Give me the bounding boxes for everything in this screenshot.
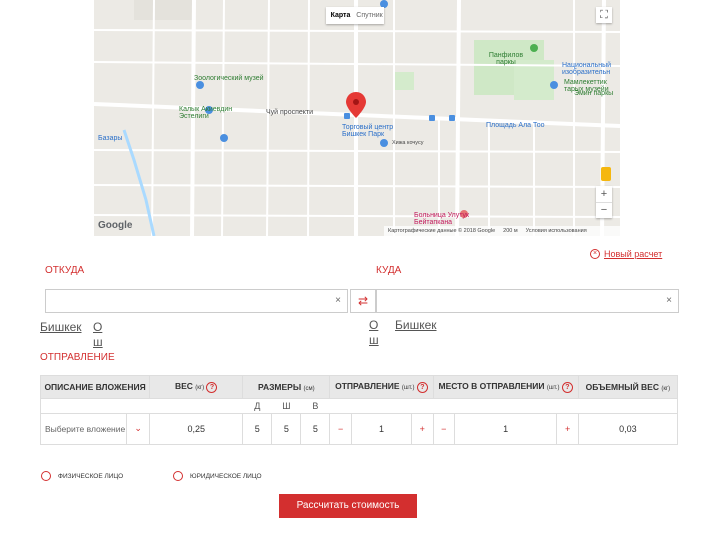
shipment-table: ОПИСАНИЕ ВЛОЖЕНИЯ ВЕС (кг) ? РАЗМЕРЫ (см… [39,375,679,445]
google-logo: Google [98,220,133,231]
map-label: Национальный изобразительн [562,62,612,76]
to-input[interactable]: × [376,289,679,313]
width-input[interactable]: 5 [271,413,302,445]
qty-plus-button[interactable]: + [411,413,434,445]
from-city-link[interactable]: Бишкек [40,320,84,335]
map-label: Базары [98,135,123,142]
to-title: КУДА [376,265,402,276]
zoom-control: + − [596,186,612,218]
new-calc-link[interactable]: × Новый расчет [590,249,662,259]
qty-minus-button[interactable]: − [329,413,352,445]
desc-select[interactable]: Выберите вложение ⌄ [39,413,151,445]
help-icon[interactable]: ? [206,381,218,393]
radio-circle-icon [41,471,51,481]
map-terms-link[interactable]: Условия использования [526,228,587,234]
map-label: Площадь Ала Тоо [486,122,545,129]
dim-label: Ш [271,398,301,414]
map-copyright: Картографические данные © 2018 Google [388,228,496,234]
map-scale: 200 м [503,228,518,234]
col-places: МЕСТО В ОТПРАВЛЕНИИ (шт.) ? [432,375,579,399]
close-circle-icon: × [590,249,600,259]
help-icon[interactable]: ? [416,381,428,393]
radio-legal-entity[interactable]: ЮРИДИЧЕСКОЕ ЛИЦО [173,471,262,481]
dim-label: Д [242,398,272,414]
places-plus-button[interactable]: + [556,413,579,445]
weight-input[interactable]: 0,25 [149,413,244,445]
volume-value: 0,03 [577,413,679,445]
from-input[interactable]: × [45,289,348,313]
map-type-map-button[interactable]: Карта [326,7,355,24]
map-canvas [94,0,620,236]
to-clear-icon[interactable]: × [666,295,672,306]
map-type-switcher[interactable]: Карта Спутник [326,7,384,24]
radio-circle-icon [173,471,183,481]
places-minus-button[interactable]: − [432,413,455,445]
to-city-link[interactable]: Ош [369,318,381,348]
fullscreen-icon[interactable]: ⛶ [596,7,612,23]
map-type-satellite-button[interactable]: Спутник [355,7,384,24]
help-icon[interactable]: ? [561,381,573,393]
zoom-out-button[interactable]: − [596,203,612,218]
shipment-title: ОТПРАВЛЕНИЕ [40,352,115,363]
radio-label: ЮРИДИЧЕСКОЕ ЛИЦО [190,472,262,480]
col-volume: ОБЪЕМНЫЙ ВЕС (кг) [577,375,679,399]
qty-input[interactable]: 1 [350,413,413,445]
map[interactable]: Карта Спутник ⛶ + − Панфилов паркы Нацио… [94,0,620,236]
new-calc-label: Новый расчет [604,249,663,259]
col-dims: РАЗМЕРЫ (см) [242,375,331,399]
map-label: Торговый центр Бишкек Парк [342,124,394,138]
length-input[interactable]: 5 [242,413,273,445]
map-label: Больница Улутук Бейтапкана [414,212,470,226]
height-input[interactable]: 5 [300,413,331,445]
radio-individual[interactable]: ФИЗИЧЕСКОЕ ЛИЦО [41,471,123,481]
from-clear-icon[interactable]: × [335,295,341,306]
places-input[interactable]: 1 [453,413,558,445]
to-city-link[interactable]: Бишкек [395,318,439,333]
col-qty: ОТПРАВЛЕНИЕ (шт.) ? [329,375,434,399]
calculate-button[interactable]: Рассчитать стоимость [279,494,417,518]
zoom-in-button[interactable]: + [596,186,612,203]
map-label: Хижа кочусу [392,140,424,146]
dim-label: В [300,398,330,414]
col-weight: ВЕС (кг) ? [149,375,244,399]
chevron-down-icon: ⌄ [126,414,149,444]
map-label: Панфилов паркы [488,52,524,66]
map-label: Чуй проспекти [266,109,314,116]
map-label: Калык Акиевдин Эстелиги [179,106,233,120]
radio-label: ФИЗИЧЕСКОЕ ЛИЦО [58,472,124,480]
col-desc: ОПИСАНИЕ ВЛОЖЕНИЯ [39,375,151,399]
map-footer: Картографические данные © 2018 Google 20… [384,226,620,236]
from-city-link[interactable]: Ош [93,320,105,350]
swap-button[interactable]: ⇄ [350,289,376,313]
table-row: Выберите вложение ⌄ 0,25 5 5 5 − 1 + − 1… [39,413,679,445]
map-label: Зоологический музей [194,75,264,82]
from-title: ОТКУДА [45,265,85,276]
map-label: Эмин паркы [574,90,614,97]
